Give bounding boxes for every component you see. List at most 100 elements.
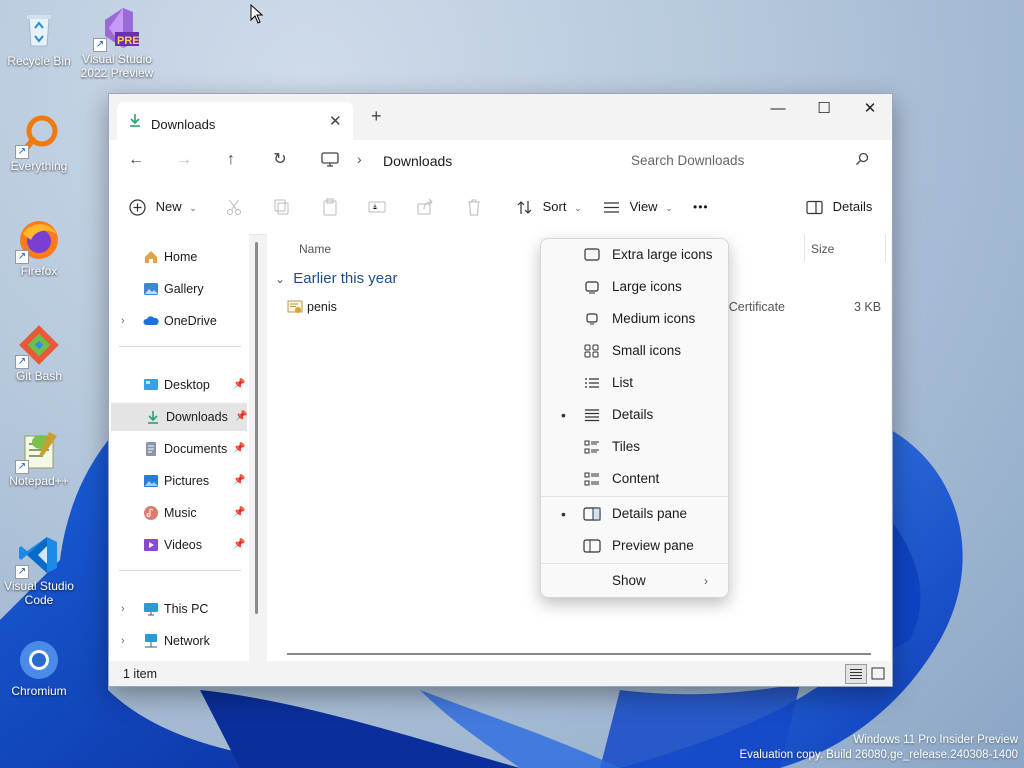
sidebar-item-label: Downloads <box>166 410 228 424</box>
delete-icon[interactable] <box>465 198 483 216</box>
navigation-pane: Home Gallery › OneDrive Desktop 📌 Downlo… <box>109 234 249 661</box>
menu-item-details[interactable]: • Details <box>541 399 728 431</box>
sidebar-item-label: This PC <box>164 602 209 616</box>
everything-search-icon: ↗ <box>15 113 61 159</box>
menu-item-tiles[interactable]: Tiles <box>541 431 728 463</box>
vscode-icon: ↗ <box>15 533 61 579</box>
expand-chevron-icon[interactable]: › <box>121 627 125 655</box>
copy-icon[interactable] <box>273 198 291 216</box>
menu-item-label: Details <box>612 407 654 422</box>
desktop-icon-recycle-bin[interactable]: Recycle Bin <box>2 8 76 68</box>
back-button[interactable]: ← <box>123 148 149 172</box>
new-button[interactable]: New ⌄ <box>129 195 197 219</box>
close-tab-button[interactable]: ✕ <box>329 112 342 130</box>
menu-item-small-icons[interactable]: Small icons <box>541 335 728 367</box>
menu-item-show[interactable]: Show › <box>541 565 728 597</box>
firefox-icon: ↗ <box>15 218 61 264</box>
maximize-button[interactable]: ☐ <box>801 96 847 122</box>
expand-chevron-icon[interactable]: › <box>121 307 125 335</box>
sidebar-item-home[interactable]: Home <box>109 243 249 271</box>
cut-icon[interactable] <box>225 198 243 216</box>
close-window-button[interactable]: ✕ <box>847 96 893 122</box>
view-menu: Extra large icons Large icons Medium ico… <box>540 238 729 598</box>
small-icons-icon <box>584 344 599 358</box>
group-header-earlier-this-year[interactable]: ⌄ Earlier this year <box>275 270 397 287</box>
home-icon <box>145 251 157 263</box>
navigation-scrollbar[interactable] <box>255 242 258 614</box>
details-view-toggle[interactable] <box>845 664 867 684</box>
sidebar-item-onedrive[interactable]: › OneDrive <box>109 307 249 335</box>
sidebar-item-music[interactable]: Music 📌 <box>109 499 249 527</box>
menu-item-preview-pane[interactable]: Preview pane <box>541 530 728 562</box>
paste-icon[interactable] <box>321 198 339 216</box>
monitor-icon <box>321 152 339 167</box>
menu-item-list[interactable]: List <box>541 367 728 399</box>
large-icons-icon <box>871 667 885 680</box>
sidebar-item-downloads[interactable]: Downloads 📌 <box>111 403 247 431</box>
sidebar-item-label: Music <box>164 506 197 520</box>
chevron-down-icon: ⌄ <box>665 203 673 213</box>
menu-item-extra-large-icons[interactable]: Extra large icons <box>541 239 728 271</box>
column-header-size[interactable]: Size <box>811 242 834 256</box>
desktop-folder-icon <box>144 379 158 390</box>
desktop-icon-chromium[interactable]: Chromium <box>2 638 76 698</box>
sidebar-item-gallery[interactable]: Gallery <box>109 275 249 303</box>
sidebar-item-network[interactable]: › Network <box>109 627 249 655</box>
sidebar-item-videos[interactable]: Videos 📌 <box>109 531 249 559</box>
sidebar-item-this-pc[interactable]: › This PC <box>109 595 249 623</box>
list-view-icon <box>585 378 599 388</box>
shortcut-arrow-icon: ↗ <box>15 250 29 264</box>
menu-item-medium-icons[interactable]: Medium icons <box>541 303 728 335</box>
shortcut-arrow-icon: ↗ <box>15 565 29 579</box>
desktop-icon-vscode[interactable]: ↗ Visual Studio Code <box>2 533 76 607</box>
menu-item-content[interactable]: Content <box>541 463 728 495</box>
shortcut-arrow-icon: ↗ <box>15 460 29 474</box>
desktop-icon-label: Chromium <box>11 684 67 698</box>
desktop-icon-everything[interactable]: ↗ Everything <box>2 113 76 173</box>
sidebar-item-documents[interactable]: Documents 📌 <box>109 435 249 463</box>
view-button[interactable]: View ⌄ <box>603 195 673 219</box>
forward-button[interactable]: → <box>171 148 197 172</box>
address-bar[interactable]: › Downloads <box>313 144 609 176</box>
menu-separator <box>541 563 728 564</box>
expand-chevron-icon[interactable]: › <box>121 595 125 623</box>
sidebar-item-label: Videos <box>164 538 202 552</box>
extra-large-icons-icon <box>584 248 600 261</box>
file-size: 3 KB <box>854 300 882 314</box>
rename-icon[interactable] <box>368 198 386 216</box>
menu-item-details-pane[interactable]: • Details pane <box>541 498 728 530</box>
content-view-icon <box>584 472 599 486</box>
details-pane-button[interactable]: Details <box>806 195 872 219</box>
see-more-button[interactable]: ••• <box>693 195 709 219</box>
tiles-view-icon <box>584 440 599 454</box>
status-bar: 1 item <box>109 661 892 686</box>
up-button[interactable]: ↑ <box>218 148 244 172</box>
pin-icon: 📌 <box>233 475 246 486</box>
menu-item-label: Small icons <box>612 343 682 358</box>
refresh-button[interactable]: ↻ <box>267 148 293 172</box>
tab-downloads[interactable]: Downloads ✕ <box>117 102 353 140</box>
large-icons-view-toggle[interactable] <box>867 664 889 684</box>
column-header-name[interactable]: Name <box>299 242 331 256</box>
desktop-icon-notepad-plus-plus[interactable]: ↗ Notepad++ <box>2 428 76 488</box>
sidebar-item-pictures[interactable]: Pictures 📌 <box>109 467 249 495</box>
menu-item-large-icons[interactable]: Large icons <box>541 271 728 303</box>
horizontal-scrollbar[interactable] <box>287 653 871 655</box>
breadcrumb-downloads[interactable]: Downloads <box>383 153 452 169</box>
minimize-button[interactable]: — <box>755 96 801 122</box>
pictures-icon <box>144 475 158 487</box>
chevron-down-icon: ⌄ <box>189 203 197 213</box>
desktop-icon-firefox[interactable]: ↗ Firefox <box>2 218 76 278</box>
new-tab-button[interactable]: + <box>371 106 382 127</box>
desktop-icon-label: Recycle Bin <box>7 54 71 68</box>
title-bar: Downloads ✕ + — ☐ ✕ <box>109 94 892 140</box>
share-icon[interactable] <box>416 198 434 216</box>
sidebar-item-desktop[interactable]: Desktop 📌 <box>109 371 249 399</box>
sort-button[interactable]: Sort ⌄ <box>516 195 582 219</box>
search-box[interactable]: Search Downloads <box>619 144 879 176</box>
large-icons-icon <box>585 281 599 294</box>
sidebar-divider <box>119 570 241 571</box>
chevron-right-icon: › <box>704 574 708 588</box>
desktop-icon-visual-studio[interactable]: PRE ↗ Visual Studio 2022 Preview <box>80 6 154 80</box>
desktop-icon-git-bash[interactable]: ↗ Git Bash <box>2 323 76 383</box>
